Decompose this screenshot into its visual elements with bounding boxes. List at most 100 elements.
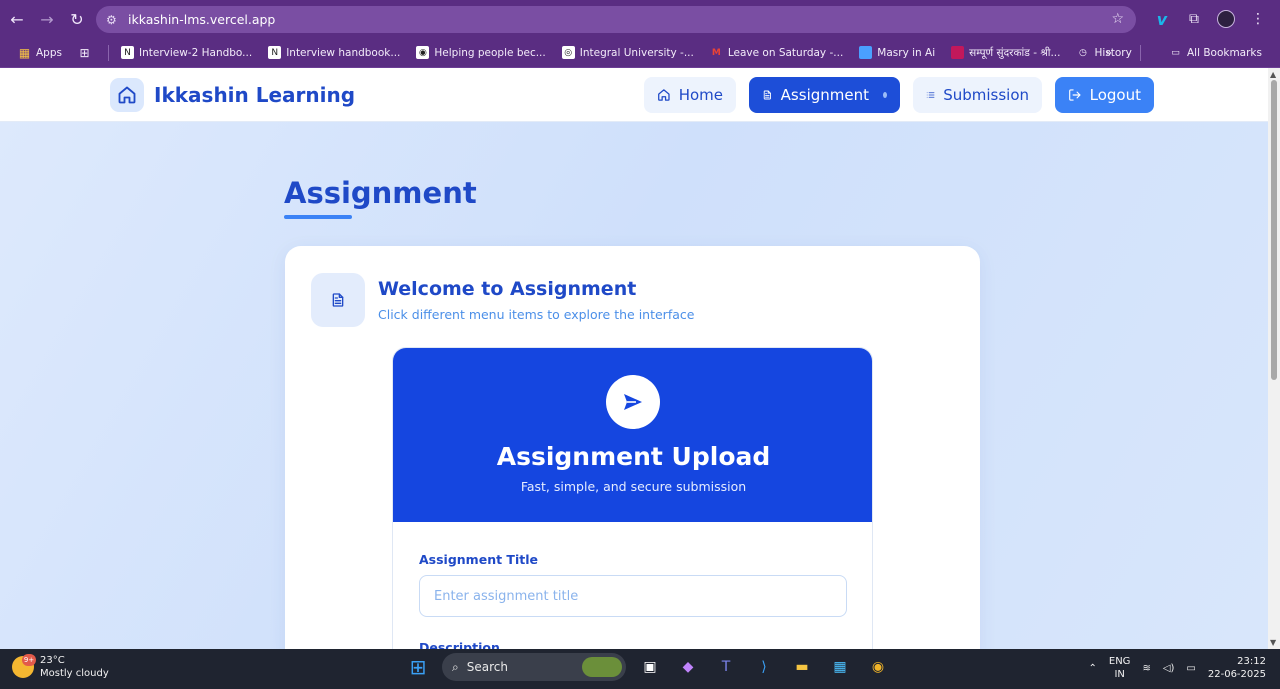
bookmark-star-icon[interactable]: ☆	[1111, 11, 1124, 27]
taskbar-search[interactable]: ⌕ Search	[442, 653, 626, 681]
store-icon[interactable]: ▦	[826, 653, 854, 681]
menu-kebab-icon[interactable]: ⋮	[1246, 7, 1270, 31]
notion-icon: N	[268, 46, 282, 59]
bookmark-item[interactable]: ◉ Helping people bec...	[408, 41, 553, 65]
assignment-upload-form: Assignment Upload Fast, simple, and secu…	[392, 347, 873, 649]
search-highlight-image	[582, 657, 622, 677]
site-settings-icon[interactable]: ⚙	[106, 13, 126, 27]
chrome-icon[interactable]: ◉	[864, 653, 892, 681]
site-icon: ◉	[416, 46, 430, 59]
extensions-icon[interactable]: ⧉	[1182, 7, 1206, 31]
list-icon	[926, 92, 935, 98]
assignment-title-label: Assignment Title	[419, 552, 538, 567]
app-header: Ikkashin Learning Home Assignment Submis…	[0, 68, 1268, 122]
bookmark-apps[interactable]: ▦ Apps	[10, 41, 70, 65]
back-icon[interactable]: ←	[2, 4, 32, 34]
vscode-icon[interactable]: ⟩	[750, 653, 778, 681]
assignment-title-input[interactable]	[419, 575, 847, 617]
gmail-icon: M	[711, 47, 721, 58]
history-icon: ◷	[1079, 47, 1087, 58]
folder-icon: ▭	[1171, 48, 1180, 58]
site-icon	[859, 46, 873, 59]
bookmark-item[interactable]: Masry in Ai	[851, 41, 943, 65]
address-bar[interactable]: ⚙ ikkashin-lms.vercel.app ☆	[96, 6, 1136, 33]
home-icon	[658, 89, 670, 101]
profile-avatar[interactable]	[1214, 7, 1238, 31]
page-scrollbar[interactable]: ▲ ▼	[1268, 68, 1280, 649]
reload-icon[interactable]: ↻	[62, 4, 92, 34]
site-icon	[951, 46, 965, 59]
task-view-icon[interactable]: ▣	[636, 653, 664, 681]
bookmark-label: सम्पूर्ण सुंदरकांड - श्री...	[969, 46, 1061, 59]
bookmark-label: Apps	[36, 46, 62, 59]
bookmark-label: Helping people bec...	[434, 46, 546, 59]
bookmark-item[interactable]: N Interview-2 Handbo...	[113, 41, 260, 65]
battery-icon[interactable]: ▭	[1186, 663, 1195, 674]
wifi-icon[interactable]: ≋	[1142, 663, 1150, 674]
region-code: IN	[1114, 669, 1125, 680]
search-icon: ⌕	[452, 659, 459, 674]
nav-submission-label: Submission	[943, 86, 1029, 104]
main-nav: Home Assignment Submission Logout	[644, 77, 1154, 113]
lang-code: ENG	[1108, 656, 1131, 667]
scroll-thumb[interactable]	[1271, 80, 1277, 380]
browser-toolbar: ← → ↻ ⚙ ikkashin-lms.vercel.app ☆ v ⧉ ⋮	[0, 0, 1280, 38]
brand-name: Ikkashin Learning	[154, 83, 356, 107]
bookmark-item[interactable]: N Interview handbook...	[260, 41, 408, 65]
windows-start-icon[interactable]: ⊞	[404, 653, 432, 681]
welcome-card: Welcome to Assignment Click different me…	[285, 246, 980, 649]
search-label: Search	[466, 660, 508, 674]
active-indicator-dot	[883, 92, 887, 98]
site-icon: ◎	[561, 46, 575, 59]
bookmark-item[interactable]: ◎ Integral University -...	[554, 41, 702, 65]
nav-home[interactable]: Home	[644, 77, 736, 113]
volume-icon[interactable]: ◁)	[1163, 663, 1175, 674]
weather-temp: 23°C	[40, 655, 65, 666]
nav-home-label: Home	[678, 86, 723, 104]
tab-grid-button[interactable]: ⊞	[70, 41, 104, 65]
bookmark-label: Masry in Ai	[877, 46, 936, 59]
clock-time: 23:12	[1237, 656, 1266, 667]
apps-grid-icon: ▦	[18, 45, 31, 60]
all-bookmarks[interactable]: ▭ All Bookmarks	[1161, 41, 1270, 65]
system-clock[interactable]: 23:12 22-06-2025	[1208, 655, 1266, 681]
send-icon	[606, 375, 660, 429]
forward-icon[interactable]: →	[32, 4, 62, 34]
scroll-down-icon[interactable]: ▼	[1270, 638, 1276, 647]
teams-icon[interactable]: T	[712, 653, 740, 681]
description-label: Description	[419, 640, 500, 649]
bookmark-label: Interview-2 Handbo...	[138, 46, 253, 59]
nav-submission[interactable]: Submission	[913, 77, 1042, 113]
bookmark-item[interactable]: M Leave on Saturday -...	[702, 41, 851, 65]
upload-subtitle: Fast, simple, and secure submission	[520, 479, 747, 494]
file-explorer-icon[interactable]: ▬	[788, 653, 816, 681]
copilot-icon[interactable]: ◆	[674, 653, 702, 681]
welcome-title: Welcome to Assignment	[378, 278, 637, 300]
document-icon	[311, 273, 365, 327]
bookmark-label: Integral University -...	[579, 46, 694, 59]
nav-assignment-label: Assignment	[780, 86, 869, 104]
brand[interactable]: Ikkashin Learning	[110, 78, 355, 112]
bookmark-item[interactable]: सम्पूर्ण सुंदरकांड - श्री...	[943, 41, 1068, 65]
bookmark-separator	[1139, 45, 1141, 61]
vimeo-extension-icon[interactable]: v	[1150, 7, 1174, 31]
bookmark-separator	[107, 44, 109, 61]
bookmarks-overflow-icon[interactable]: »	[1098, 41, 1120, 65]
scroll-up-icon[interactable]: ▲	[1270, 70, 1276, 79]
title-underline	[284, 215, 352, 219]
logout-button[interactable]: Logout	[1055, 77, 1154, 113]
tab-grid-icon: ⊞	[79, 45, 90, 60]
windows-taskbar: 9+ 23°C Mostly cloudy ⊞ ⌕ Search ▣ ◆ T ⟩…	[0, 649, 1280, 689]
language-indicator[interactable]: ENG IN	[1109, 655, 1131, 681]
tray-expand-icon[interactable]: ⌃	[1088, 663, 1096, 674]
document-icon	[763, 90, 771, 100]
main-content: Assignment Welcome to Assignment Click d…	[0, 122, 1268, 649]
url-text: ikkashin-lms.vercel.app	[128, 12, 276, 27]
page-title: Assignment	[284, 176, 477, 210]
weather-badge: 9+	[22, 654, 36, 666]
nav-assignment[interactable]: Assignment	[749, 77, 900, 113]
weather-widget[interactable]: 9+ 23°C Mostly cloudy	[12, 654, 109, 680]
welcome-subtitle: Click different menu items to explore th…	[378, 307, 695, 322]
logout-label: Logout	[1089, 86, 1141, 104]
weather-desc: Mostly cloudy	[40, 668, 109, 679]
